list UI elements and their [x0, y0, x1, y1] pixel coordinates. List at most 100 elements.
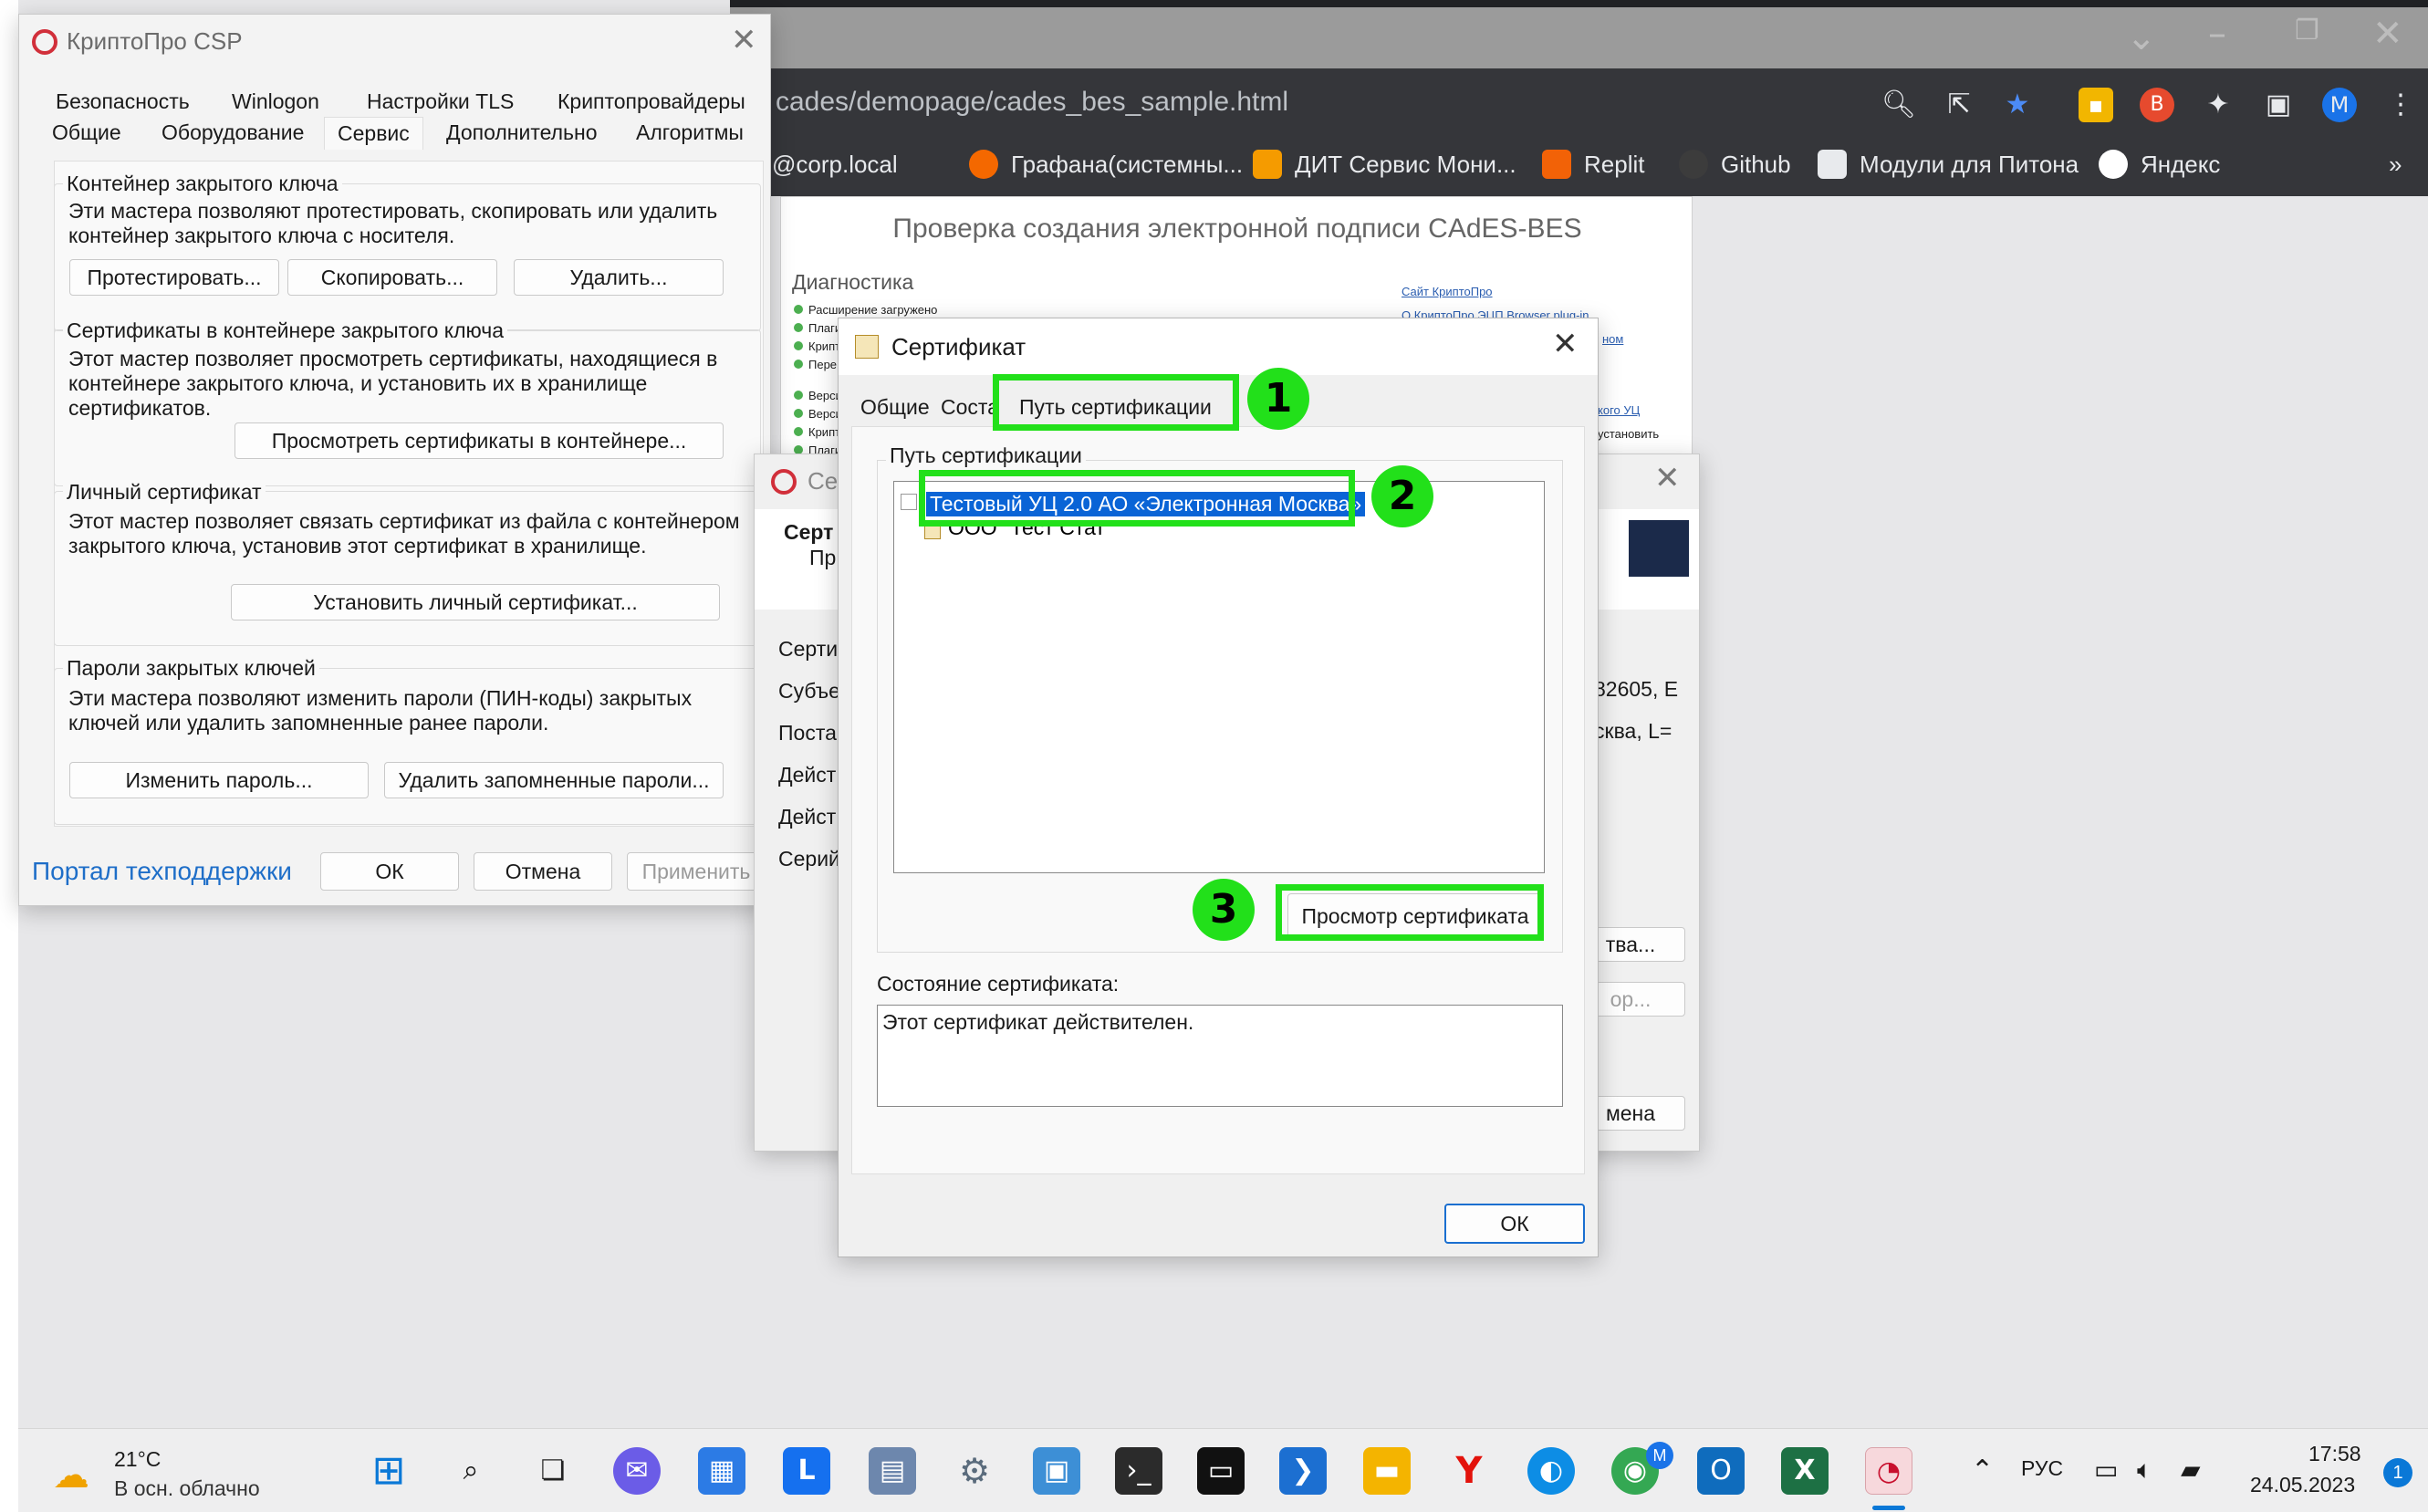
yandex-browser-icon[interactable]: Y [1445, 1447, 1493, 1495]
window-title: КриптоПро CSP [67, 27, 243, 55]
excel-icon[interactable]: X [1781, 1447, 1829, 1495]
address-bar[interactable]: cades/demopage/cades_bes_sample.html [776, 87, 1288, 118]
copy-button[interactable]: Скопировать... [287, 259, 497, 296]
install-personal-cert-button[interactable]: Установить личный сертификат... [231, 584, 720, 620]
apply-button[interactable]: Применить [627, 852, 766, 891]
bookmark-yandex[interactable]: Яндекс [2099, 146, 2220, 182]
terminal-icon[interactable]: ›_ [1115, 1447, 1162, 1495]
settings-gear-icon[interactable]: ⚙ [951, 1447, 998, 1495]
link-test-ca[interactable]: кого УЦ [1598, 403, 1640, 417]
chat-icon[interactable]: ✉ [613, 1447, 661, 1495]
cmd-icon[interactable]: ▭ [1197, 1447, 1245, 1495]
ok-button[interactable]: ОК [320, 852, 459, 891]
page-title: Проверка создания электронной подписи CA… [892, 214, 1582, 244]
wizard-subheading: Пр [809, 546, 837, 569]
minimize-icon[interactable]: – [2208, 13, 2226, 55]
tab-composition[interactable]: Соста [941, 395, 999, 420]
tab-advanced[interactable]: Дополнительно [446, 120, 598, 145]
github-icon [1679, 150, 1708, 179]
bookmark-dit[interactable]: ДИТ Сервис Мони... [1253, 146, 1516, 182]
windows-start-icon[interactable]: ⊞ [365, 1447, 412, 1495]
bookmarks-overflow-button[interactable]: » [2389, 146, 2402, 182]
weather-desc[interactable]: В осн. облачно [114, 1476, 260, 1501]
volume-icon[interactable]: 🔈︎ [2137, 1455, 2152, 1486]
extension-red-icon[interactable]: B [2140, 88, 2174, 122]
link-cryptopro-site[interactable]: Сайт КриптоПро [1402, 285, 1493, 298]
field-value: 82605, E [1594, 677, 1679, 701]
chevron-down-icon[interactable]: ⌄ [2126, 16, 2157, 58]
test-button[interactable]: Протестировать... [69, 259, 279, 296]
link-fragment[interactable]: ном [1602, 332, 1623, 346]
group-text: Эти мастера позволяют изменить пароли (П… [68, 686, 693, 710]
clock-date[interactable]: 24.05.2023 [2250, 1473, 2355, 1497]
network-icon[interactable]: ▭ [2094, 1455, 2118, 1485]
menu-kebab-icon[interactable]: ⋮ [2383, 88, 2418, 122]
tab-algorithms[interactable]: Алгоритмы [636, 120, 744, 145]
tab-crypto-providers[interactable]: Криптопровайдеры [558, 89, 745, 114]
bookmark-grafana[interactable]: Графана(системны... [969, 146, 1243, 182]
diag-row: Крипт [794, 339, 840, 353]
restore-icon[interactable]: ❐ [2295, 15, 2319, 47]
dialog-title: Сертификат [891, 333, 1026, 360]
task-view-icon[interactable]: ❏ [529, 1447, 577, 1495]
close-icon[interactable]: ✕ [1654, 460, 1681, 496]
field-label: Серти [778, 637, 839, 661]
tray-chevron-icon[interactable]: ⌃ [1971, 1455, 1994, 1486]
path-group-label: Путь сертификации [886, 443, 1086, 468]
store-icon[interactable]: ▦ [698, 1447, 745, 1495]
delete-button[interactable]: Удалить... [514, 259, 724, 296]
sidepanel-icon[interactable]: ▣ [2261, 88, 2296, 122]
ok-button[interactable]: ОК [1444, 1204, 1585, 1244]
edge-icon[interactable]: ◐ [1527, 1447, 1575, 1495]
support-portal-link[interactable]: Портал техподдержки [32, 857, 292, 886]
tab-hardware[interactable]: Оборудование [162, 120, 304, 145]
image-viewer-icon[interactable]: ▣ [1033, 1447, 1080, 1495]
network-computer-icon[interactable]: ▤ [869, 1447, 916, 1495]
zoom-icon[interactable]: 🔍︎ [1881, 88, 1916, 122]
extension-yellow-icon[interactable]: ▪ [2079, 88, 2113, 122]
bookmark-star-icon[interactable]: ★ [2000, 88, 2035, 122]
notification-badge[interactable]: 1 [2383, 1458, 2412, 1487]
tab-tls-settings[interactable]: Настройки TLS [367, 89, 514, 114]
weather-cloud-icon[interactable]: ☁ [53, 1455, 89, 1496]
bookmark-replit[interactable]: Replit [1542, 146, 1644, 182]
delete-saved-passwords-button[interactable]: Удалить запомненные пароли... [384, 762, 724, 798]
profile-avatar[interactable]: M [2322, 88, 2357, 122]
cryptopro-taskbar-icon[interactable]: ◔ [1865, 1447, 1912, 1495]
tab-security[interactable]: Безопасность [56, 89, 190, 114]
extensions-puzzle-icon[interactable]: ✦ [2201, 88, 2235, 122]
group-text: Эти мастера позволяют протестировать, ск… [68, 199, 718, 223]
tab-general[interactable]: Общие [52, 120, 121, 145]
l-app-icon[interactable]: L [783, 1447, 830, 1495]
tab-general[interactable]: Общие [860, 395, 930, 420]
battery-icon[interactable]: ▰ [2181, 1455, 2201, 1485]
tab-service[interactable]: Сервис [324, 117, 423, 150]
cancel-button[interactable]: Отмена [474, 852, 612, 891]
step-badge: 3 [1193, 879, 1255, 941]
file-explorer-icon[interactable]: ▬ [1363, 1447, 1411, 1495]
certificate-icon [1629, 520, 1689, 577]
highlight-view-button [1276, 884, 1544, 941]
browser-tabstrip[interactable] [730, 7, 2428, 68]
close-icon[interactable]: ✕ [2372, 13, 2403, 55]
share-icon[interactable]: ⇱ [1942, 88, 1976, 122]
tab-winlogon[interactable]: Winlogon [232, 89, 319, 114]
group-title: Личный сертификат [63, 480, 266, 505]
cryptopro-logo-icon [32, 29, 57, 55]
search-icon[interactable]: ⌕ [447, 1447, 495, 1495]
powershell-icon[interactable]: ❯ [1279, 1447, 1327, 1495]
view-container-certs-button[interactable]: Просмотреть сертификаты в контейнере... [234, 422, 724, 459]
tree-expand-icon[interactable] [901, 494, 917, 510]
close-icon[interactable]: ✕ [1552, 326, 1579, 362]
bookmark-modules[interactable]: Модули для Питона [1818, 146, 2079, 182]
outlook-icon[interactable]: O [1697, 1447, 1745, 1495]
bookmark-github[interactable]: Github [1679, 146, 1791, 182]
group-title: Сертификаты в контейнере закрытого ключа [63, 318, 508, 343]
close-icon[interactable]: ✕ [731, 22, 757, 58]
taskbar: ☁ 21°C В осн. облачно ⊞ ⌕ ❏ ✉ ▦ L ▤ ⚙ ▣ … [18, 1428, 2428, 1512]
change-password-button[interactable]: Изменить пароль... [69, 762, 369, 798]
language-indicator[interactable]: РУС [2021, 1456, 2063, 1481]
clock-time[interactable]: 17:58 [2308, 1442, 2361, 1466]
weather-temp[interactable]: 21°C [114, 1447, 161, 1472]
step-badge: 1 [1247, 368, 1309, 430]
